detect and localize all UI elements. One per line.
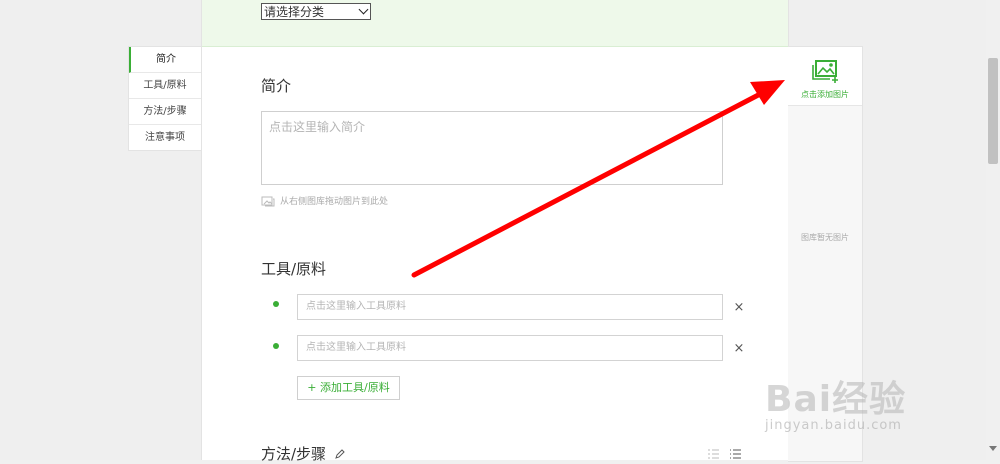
tool-input-placeholder: 点击这里输入工具原料 [306,301,406,312]
nav-item-intro[interactable]: 简介 [129,47,201,73]
drag-hint-text: 从右侧图库拖动图片到此处 [280,197,389,207]
image-icon [261,196,275,206]
watermark-url: jingyan.baidu.com [765,418,902,433]
category-select[interactable]: 请选择分类 [261,3,371,20]
intro-textarea[interactable]: 点击这里输入简介 [261,111,723,185]
add-tool-button[interactable]: + 添加工具/原料 [297,376,400,400]
list-bullet [273,343,279,349]
nav-item-steps[interactable]: 方法/步骤 [129,99,201,125]
tool-input[interactable]: 点击这里输入工具原料 [297,294,723,320]
intro-title: 简介 [261,77,292,95]
nav-item-tools[interactable]: 工具/原料 [129,73,201,99]
watermark-brand: Bai经验 [765,379,907,420]
intro-placeholder: 点击这里输入简介 [269,120,366,134]
tool-input[interactable]: 点击这里输入工具原料 [297,335,723,361]
tools-title: 工具/原料 [261,260,327,278]
baidu-watermark: Bai经验 jingyan.baidu.com [765,370,980,433]
steps-title: 方法/步骤 [261,443,345,464]
unordered-list-icon[interactable] [729,444,741,459]
list-format-tools [707,444,741,459]
add-image-button[interactable]: 点击添加图片 [788,47,862,106]
steps-title-text: 方法/步骤 [261,445,327,463]
close-icon[interactable]: × [733,341,745,356]
ordered-list-icon[interactable] [707,444,719,459]
section-nav: 简介 工具/原料 方法/步骤 注意事项 [128,46,201,151]
page-scrollbar[interactable] [986,0,1000,460]
scroll-thumb[interactable] [988,58,998,164]
category-band: 请选择分类 [202,0,788,47]
pencil-icon[interactable] [335,449,345,459]
scroll-down-arrow-icon[interactable] [989,446,997,451]
category-select-value: 请选择分类 [264,5,325,19]
gallery-empty-text: 图库暂无图片 [801,233,849,242]
nav-item-notes[interactable]: 注意事项 [129,125,201,150]
tool-input-placeholder: 点击这里输入工具原料 [306,342,406,353]
add-image-icon [812,60,838,83]
add-image-label: 点击添加图片 [801,90,849,99]
list-bullet [273,301,279,307]
close-icon[interactable]: × [733,300,745,315]
editor-main: 请选择分类 简介 点击这里输入简介 从右侧图库拖动图片到此处 工具/原料 点击这… [201,0,789,463]
chevron-down-icon [358,4,369,15]
drag-hint: 从右侧图库拖动图片到此处 [261,194,388,207]
